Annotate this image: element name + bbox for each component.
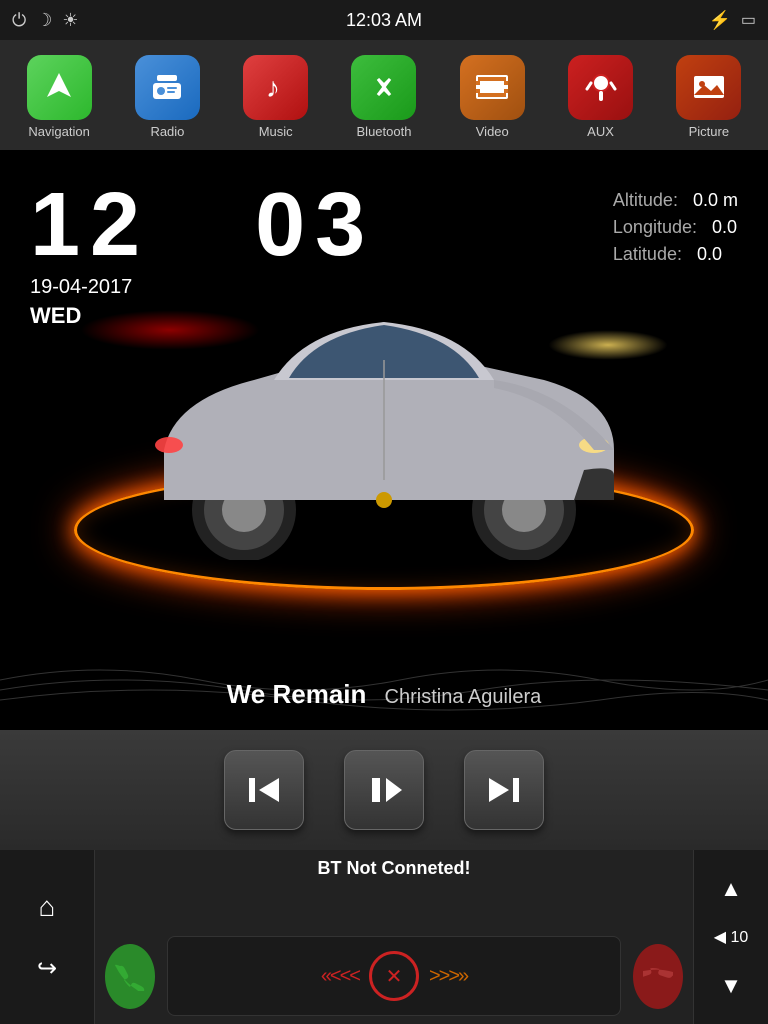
app-item-music[interactable]: ♪ Music (231, 55, 321, 139)
main-area: 12 03 19-04-2017 WED Altitude: 0.0 m Lon… (0, 150, 768, 730)
status-time: 12:03 AM (346, 10, 422, 31)
app-item-radio[interactable]: Radio (122, 55, 212, 139)
latitude-row: Latitude: 0.0 (613, 244, 738, 265)
moon-icon[interactable]: ☽ (36, 10, 52, 31)
bt-phone-section: BT Not Conneted! «<<< ✕ >>>» (95, 850, 693, 1024)
next-track-button[interactable] (464, 750, 544, 830)
latitude-value: 0.0 (697, 244, 722, 264)
decline-call-button[interactable] (633, 944, 683, 1009)
longitude-row: Longitude: 0.0 (613, 217, 738, 238)
longitude-value: 0.0 (712, 217, 737, 237)
radio-icon (135, 55, 200, 120)
power-icon[interactable]: ⏻ (12, 10, 26, 31)
picture-icon (676, 55, 741, 120)
status-left-icons: ⏻ ☽ ☀ (12, 10, 79, 31)
aux-label: AUX (587, 124, 614, 139)
altitude-label: Altitude: (613, 190, 678, 210)
back-button[interactable]: ↩ (37, 954, 57, 983)
usb-icon: ⚡ (708, 10, 730, 31)
altitude-row: Altitude: 0.0 m (613, 190, 738, 211)
app-item-navigation[interactable]: Navigation (14, 55, 104, 139)
forward-arrows[interactable]: >>>» (429, 965, 467, 988)
latitude-label: Latitude: (613, 244, 682, 264)
song-artist: Christina Aguilera (385, 686, 542, 708)
answer-call-button[interactable] (105, 944, 155, 1009)
altitude-value: 0.0 m (693, 190, 738, 210)
picture-label: Picture (689, 124, 729, 139)
home-button[interactable]: ⌂ (39, 891, 56, 923)
clock-minutes: 03 (255, 175, 375, 275)
song-info: We Remain Christina Aguilera (0, 679, 768, 710)
radio-label: Radio (150, 124, 184, 139)
play-pause-button[interactable] (344, 750, 424, 830)
volume-up-button[interactable]: ▲ (694, 871, 768, 907)
bottom-bar: ⌂ ↩ BT Not Conneted! «<<< ✕ >>>» ▲ (0, 850, 768, 1024)
video-icon (460, 55, 525, 120)
home-back-section: ⌂ ↩ (0, 850, 95, 1024)
music-label: Music (259, 124, 293, 139)
music-icon: ♪ (243, 55, 308, 120)
longitude-label: Longitude: (613, 217, 697, 237)
svg-text:♪: ♪ (266, 72, 280, 103)
volume-section: ▲ ◀ 10 ▼ (693, 850, 768, 1024)
app-item-aux[interactable]: AUX (556, 55, 646, 139)
screen-icon: ▭ (741, 10, 756, 30)
media-controls-bar (0, 730, 768, 850)
aux-icon (568, 55, 633, 120)
clock-hours: 12 (30, 175, 150, 275)
video-label: Video (476, 124, 509, 139)
media-player-controls: «<<< ✕ >>>» (167, 936, 621, 1016)
app-item-bluetooth[interactable]: Bluetooth (339, 55, 429, 139)
car-display-area (0, 270, 768, 650)
bluetooth-icon (351, 55, 416, 120)
status-bar: ⏻ ☽ ☀ 12:03 AM ⚡ ▭ (0, 0, 768, 40)
brightness-icon[interactable]: ☀ (62, 10, 78, 31)
bluetooth-label: Bluetooth (357, 124, 412, 139)
big-time-clock: 12 03 (30, 180, 375, 270)
car-image (104, 300, 664, 560)
volume-down-button[interactable]: ▼ (694, 968, 768, 1004)
app-item-video[interactable]: Video (447, 55, 537, 139)
app-bar: Navigation Radio ♪ Music (0, 40, 768, 150)
prev-track-button[interactable] (224, 750, 304, 830)
gps-info: Altitude: 0.0 m Longitude: 0.0 Latitude:… (613, 190, 738, 271)
nav-icon (27, 55, 92, 120)
app-item-picture[interactable]: Picture (664, 55, 754, 139)
volume-display: ◀ 10 (714, 927, 749, 947)
song-title: We Remain (227, 679, 367, 709)
nav-label: Navigation (28, 124, 89, 139)
rewind-arrows[interactable]: «<<< (321, 965, 359, 988)
status-right-icons: ⚡ ▭ (708, 10, 756, 31)
bt-status-text: BT Not Conneted! (318, 858, 471, 879)
stop-button[interactable]: ✕ (369, 951, 419, 1001)
